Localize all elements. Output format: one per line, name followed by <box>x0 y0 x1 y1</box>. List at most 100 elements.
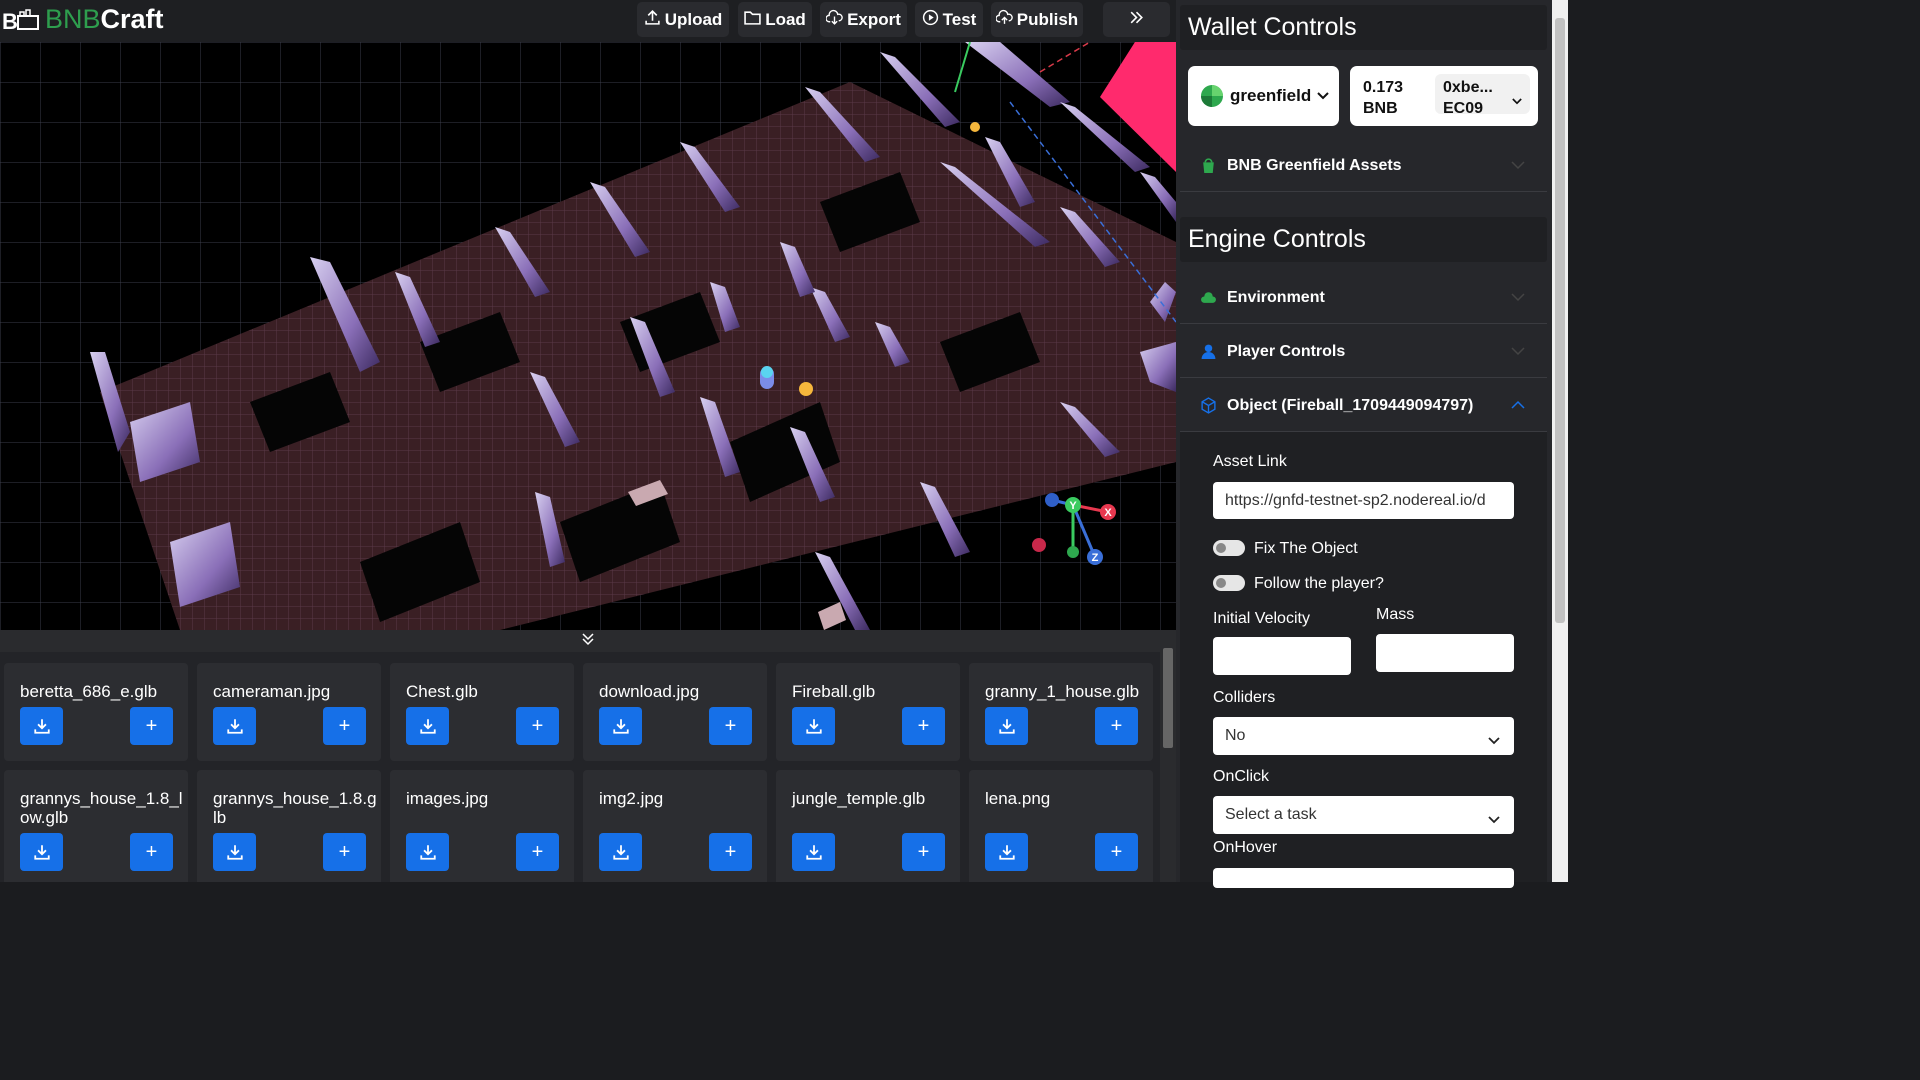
bucket-icon <box>1200 157 1217 174</box>
asset-link-input[interactable]: https://gnfd-testnet-sp2.nodereal.io/d <box>1213 482 1514 519</box>
asset-download-button[interactable] <box>985 833 1028 871</box>
coin-object[interactable] <box>970 122 980 132</box>
asset-name: grannys_house_1.8_l ow.glb <box>20 789 183 827</box>
assets-collapse-bar[interactable] <box>0 630 1176 652</box>
asset-card: images.jpg + <box>390 770 574 882</box>
asset-add-button[interactable]: + <box>709 707 752 745</box>
asset-add-button[interactable]: + <box>1095 707 1138 745</box>
network-label: greenfield <box>1230 86 1312 105</box>
upload-label: Upload <box>664 9 723 29</box>
plus-icon: + <box>1110 840 1123 863</box>
fix-object-toggle[interactable] <box>1213 540 1245 556</box>
initial-velocity-label: Initial Velocity <box>1213 610 1310 627</box>
asset-add-button[interactable]: + <box>516 707 559 745</box>
asset-add-button[interactable]: + <box>130 833 173 871</box>
cloud-download-icon <box>825 9 843 31</box>
asset-download-button[interactable] <box>599 833 642 871</box>
asset-add-button[interactable]: + <box>902 833 945 871</box>
assets-scrollbar[interactable] <box>1160 632 1176 882</box>
upload-icon <box>644 9 661 31</box>
test-label: Test <box>942 9 977 29</box>
load-label: Load <box>765 9 806 29</box>
asset-download-button[interactable] <box>213 707 256 745</box>
download-icon <box>226 717 244 735</box>
load-button[interactable]: Load <box>738 2 812 37</box>
asset-card: grannys_house_1.8.g lb + <box>197 770 381 882</box>
greenfield-assets-label: BNB Greenfield Assets <box>1227 156 1402 174</box>
download-icon <box>805 843 823 861</box>
plus-icon: + <box>531 840 544 863</box>
plus-icon: + <box>145 714 158 737</box>
asset-add-button[interactable]: + <box>323 707 366 745</box>
asset-download-button[interactable] <box>599 707 642 745</box>
account-selector[interactable]: 0.173 BNB 0xbe... EC09 <box>1350 66 1538 126</box>
app: B BNB Craft Upload Load Export Test Publi… <box>0 0 1568 888</box>
balance-unit: BNB <box>1363 100 1398 117</box>
initial-velocity-input[interactable] <box>1213 637 1351 675</box>
download-icon <box>226 843 244 861</box>
asset-add-button[interactable]: + <box>130 707 173 745</box>
asset-name: lena.png <box>985 789 1051 808</box>
asset-download-button[interactable] <box>792 707 835 745</box>
accordion-player-controls[interactable]: Player Controls <box>1180 326 1547 378</box>
accordion-environment[interactable]: Environment <box>1180 272 1547 324</box>
double-chevron-right-icon <box>1128 9 1145 31</box>
gizmo-x-label: X <box>1104 507 1112 519</box>
chevron-up-icon <box>1511 398 1525 412</box>
asset-download-button[interactable] <box>792 833 835 871</box>
asset-link-label: Asset Link <box>1213 453 1287 470</box>
download-icon <box>998 717 1016 735</box>
download-icon <box>805 717 823 735</box>
asset-add-button[interactable]: + <box>1095 833 1138 871</box>
asset-add-button[interactable]: + <box>516 833 559 871</box>
accordion-object[interactable]: Object (Fireball_1709449094797) <box>1180 380 1547 432</box>
engine-controls-title: Engine Controls <box>1180 217 1547 262</box>
panel-scrollbar[interactable] <box>1552 0 1568 882</box>
asset-download-button[interactable] <box>406 833 449 871</box>
plus-icon: + <box>724 840 737 863</box>
scene-viewport[interactable]: Y X Z <box>0 42 1176 630</box>
export-button[interactable]: Export <box>820 2 907 37</box>
asset-card: granny_1_house.glb + <box>969 663 1153 761</box>
onclick-select[interactable]: Select a task <box>1213 796 1514 834</box>
plus-icon: + <box>724 714 737 737</box>
asset-download-button[interactable] <box>20 833 63 871</box>
asset-name: images.jpg <box>406 789 489 808</box>
follow-player-toggle[interactable] <box>1213 575 1245 591</box>
asset-name: img2.jpg <box>599 789 664 808</box>
asset-add-button[interactable]: + <box>709 833 752 871</box>
svg-text:B: B <box>2 9 18 34</box>
asset-download-button[interactable] <box>985 707 1028 745</box>
asset-name: granny_1_house.glb <box>985 682 1140 701</box>
chevron-down-icon <box>1511 290 1525 304</box>
plus-icon: + <box>338 840 351 863</box>
asset-add-button[interactable]: + <box>902 707 945 745</box>
balance-amount: 0.173 <box>1363 79 1404 96</box>
double-chevron-down-icon <box>580 631 596 652</box>
asset-add-button[interactable]: + <box>323 833 366 871</box>
asset-card: grannys_house_1.8_l ow.glb + <box>4 770 188 882</box>
player-capsule[interactable] <box>760 366 774 389</box>
mass-input[interactable] <box>1376 634 1514 672</box>
network-selector[interactable]: greenfield <box>1188 66 1339 126</box>
accordion-greenfield-assets[interactable]: BNB Greenfield Assets <box>1180 140 1547 192</box>
toolbar: B BNB Craft Upload Load Export Test Publi… <box>0 0 1176 42</box>
logo: B BNB Craft <box>2 4 164 35</box>
upload-button[interactable]: Upload <box>637 2 729 37</box>
asset-card: lena.png + <box>969 770 1153 882</box>
onhover-select[interactable] <box>1213 868 1514 888</box>
download-icon <box>419 843 437 861</box>
asset-download-button[interactable] <box>406 707 449 745</box>
wallet-controls-title: Wallet Controls <box>1180 5 1547 50</box>
fireball-object[interactable] <box>799 382 813 396</box>
cloud-upload-icon <box>995 9 1013 31</box>
publish-button[interactable]: Publish <box>991 2 1083 37</box>
collapse-panel-button[interactable] <box>1103 2 1170 37</box>
asset-download-button[interactable] <box>213 833 256 871</box>
colliders-select[interactable]: No <box>1213 717 1514 755</box>
download-icon <box>33 717 51 735</box>
asset-name: Fireball.glb <box>792 682 876 701</box>
environment-label: Environment <box>1227 288 1325 306</box>
test-button[interactable]: Test <box>915 2 983 37</box>
asset-download-button[interactable] <box>20 707 63 745</box>
